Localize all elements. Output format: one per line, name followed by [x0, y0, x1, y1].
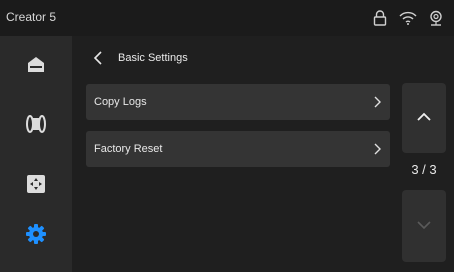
chevron-up-icon: [417, 109, 431, 127]
status-bar: Creator 5: [0, 0, 454, 36]
page-indicator: 3 / 3: [411, 162, 437, 177]
chevron-left-icon[interactable]: [90, 50, 106, 66]
chevron-right-icon: [372, 143, 382, 155]
page-down-button[interactable]: [402, 190, 446, 262]
list-item-label: Copy Logs: [94, 96, 147, 108]
factory-reset-row[interactable]: Factory Reset: [86, 131, 390, 167]
chevron-down-icon: [417, 217, 431, 235]
sidebar-item-filament[interactable]: [0, 106, 72, 146]
sidebar: [0, 36, 72, 272]
webcam-icon[interactable]: [424, 8, 448, 28]
app-screen: Creator 5 Basic Settings Copy Logs Facto…: [0, 0, 454, 272]
move-axis-icon: [26, 174, 46, 199]
list-item-label: Factory Reset: [94, 143, 163, 155]
page-header: Basic Settings: [90, 48, 188, 68]
sidebar-item-calibration[interactable]: [0, 166, 72, 206]
filament-spool-icon: [25, 113, 47, 140]
gear-icon: [25, 223, 47, 250]
lock-icon[interactable]: [368, 8, 392, 28]
copy-logs-row[interactable]: Copy Logs: [86, 84, 390, 120]
sidebar-item-settings[interactable]: [0, 216, 72, 256]
sidebar-item-home[interactable]: [0, 46, 72, 86]
page-title: Basic Settings: [118, 52, 188, 64]
app-title: Creator 5: [6, 10, 57, 24]
chevron-right-icon: [372, 96, 382, 108]
wifi-icon[interactable]: [396, 8, 420, 28]
page-up-button[interactable]: [402, 83, 446, 153]
home-icon: [26, 54, 46, 79]
status-icons: [364, 0, 448, 36]
